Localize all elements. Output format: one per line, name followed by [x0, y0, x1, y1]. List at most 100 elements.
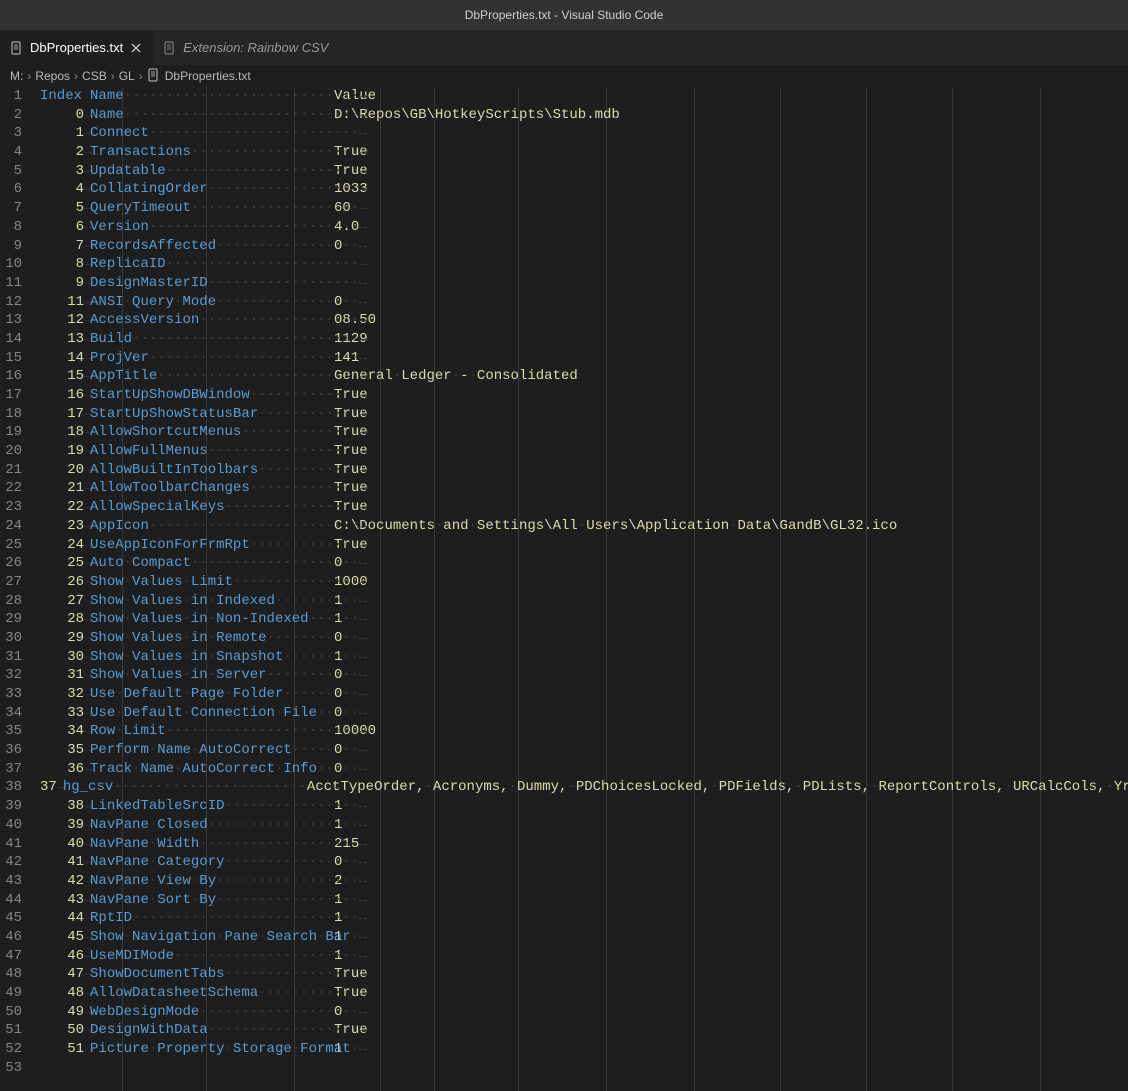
row-name: Transactions····················→	[90, 143, 334, 162]
editor-line[interactable]: 13→Build···························→1129	[40, 330, 1128, 349]
editor-line[interactable]: 21→AllowToolbarChanges·············→True	[40, 479, 1128, 498]
editor-line[interactable]: 29→Show·Values·in·Remote···········→0	[40, 629, 1128, 648]
row-value: AcctTypeOrder,·Acronyms,·Dummy,·PDChoice…	[307, 778, 1128, 797]
row-index: 6	[40, 218, 84, 237]
tab-extension-rainbow-csv[interactable]: Extension: Rainbow CSV	[153, 30, 338, 65]
editor-line[interactable]: 47→ShowDocumentTabs················→True	[40, 965, 1128, 984]
gutter: 1234567891011121314151617181920212223242…	[0, 87, 40, 1077]
row-value: True	[334, 162, 1128, 181]
row-value: 0	[334, 293, 1128, 312]
row-index: 12	[40, 311, 84, 330]
breadcrumb-part[interactable]: GL	[119, 69, 135, 83]
editor-line[interactable]: 7→RecordsAffected·················→0	[40, 237, 1128, 256]
editor-line[interactable]: 48→AllowDatasheetSchema············→True	[40, 984, 1128, 1003]
editor-line[interactable]: 45→Show·Navigation·Pane·Search·Bar·→1	[40, 928, 1128, 947]
editor-line[interactable]: 36→Track·Name·AutoCorrect·Info·····→0	[40, 760, 1128, 779]
editor-line[interactable]: 12→AccessVersion···················→08.5…	[40, 311, 1128, 330]
editor-line[interactable]: 22→AllowSpecialKeys················→True	[40, 498, 1128, 517]
editor-line[interactable]: 32→Use·Default·Page·Folder·········→0	[40, 685, 1128, 704]
editor-line[interactable]: 18→AllowShortcutMenus··············→True	[40, 423, 1128, 442]
row-value: True	[334, 479, 1128, 498]
editor-line[interactable]: 16→StartUpShowDBWindow·············→True	[40, 386, 1128, 405]
file-icon	[147, 68, 161, 85]
editor-line[interactable]: 49→WebDesignMode···················→0	[40, 1003, 1128, 1022]
row-index: 43	[40, 891, 84, 910]
editor-line[interactable]: 11→ANSI·Query·Mode·················→0	[40, 293, 1128, 312]
editor-line[interactable]: 5→QueryTimeout····················→60	[40, 199, 1128, 218]
row-index: 40	[40, 835, 84, 854]
editor-line[interactable]: 37→hg_csv··························→Acct…	[40, 778, 1128, 797]
row-index: 48	[40, 984, 84, 1003]
row-index: 22	[40, 498, 84, 517]
editor-line[interactable]: 28→Show·Values·in·Non-Indexed······→1	[40, 610, 1128, 629]
row-index: 9	[40, 274, 84, 293]
editor-line[interactable]: 30→Show·Values·in·Snapshot·········→1	[40, 648, 1128, 667]
editor-line[interactable]	[40, 1059, 1128, 1078]
row-index: 29	[40, 629, 84, 648]
editor-line[interactable]: 26→Show·Values·Limit···············→1000	[40, 573, 1128, 592]
row-index: 20	[40, 461, 84, 480]
editor[interactable]: 1234567891011121314151617181920212223242…	[0, 87, 1128, 1091]
row-value: True	[334, 405, 1128, 424]
row-name: Use·Default·Connection·File·····→	[90, 704, 334, 723]
row-name: Build···························→	[90, 330, 334, 349]
editor-line[interactable]: 41→NavPane·Category················→0	[40, 853, 1128, 872]
editor-line[interactable]: 0→Name····························→D:\Re…	[40, 106, 1128, 125]
row-name: Updatable·······················→	[90, 162, 334, 181]
editor-lines[interactable]: IndexName····························→Va…	[40, 87, 1128, 1077]
row-name: Auto·Compact····················→	[90, 554, 334, 573]
breadcrumb-part[interactable]: M:	[10, 69, 23, 83]
editor-line[interactable]: 23→AppIcon·························→C:\D…	[40, 517, 1128, 536]
row-value: True	[334, 498, 1128, 517]
row-value: 0	[334, 237, 1128, 256]
editor-line[interactable]: 19→AllowFullMenus··················→True	[40, 442, 1128, 461]
editor-line[interactable]: 40→NavPane·Width···················→215	[40, 835, 1128, 854]
row-name: Show·Values·in·Non-Indexed······→	[90, 610, 334, 629]
editor-line[interactable]: 35→Perform·Name·AutoCorrect········→0	[40, 741, 1128, 760]
editor-line[interactable]: 25→Auto·Compact····················→0	[40, 554, 1128, 573]
editor-line[interactable]: 9→DesignMasterID··················→	[40, 274, 1128, 293]
editor-line[interactable]: 31→Show·Values·in·Server···········→0	[40, 666, 1128, 685]
row-value: 1129	[334, 330, 1128, 349]
editor-line[interactable]: 43→NavPane·Sort·By·················→1	[40, 891, 1128, 910]
editor-line[interactable]: 27→Show·Values·in·Indexed··········→1	[40, 592, 1128, 611]
editor-line[interactable]: 33→Use·Default·Connection·File·····→0	[40, 704, 1128, 723]
editor-line[interactable]: 34→Row·Limit·······················→1000…	[40, 722, 1128, 741]
breadcrumb-file[interactable]: DbProperties.txt	[147, 68, 251, 85]
editor-line[interactable]: 20→AllowBuiltInToolbars············→True	[40, 461, 1128, 480]
tab-dbproperties[interactable]: DbProperties.txt	[0, 30, 153, 65]
row-name: UseMDIMode······················→	[90, 947, 334, 966]
editor-line[interactable]: 1→Connect·························→	[40, 124, 1128, 143]
row-value: D:\Repos\GB\HotkeyScripts\Stub.mdb	[334, 106, 1128, 125]
row-index: 28	[40, 610, 84, 629]
editor-line[interactable]: 4→CollatingOrder··················→1033	[40, 180, 1128, 199]
editor-line[interactable]: 38→LinkedTableSrcID················→1	[40, 797, 1128, 816]
editor-line[interactable]: 24→UseAppIconForFrmRpt·············→True	[40, 536, 1128, 555]
editor-line[interactable]: 42→NavPane·View·By·················→2	[40, 872, 1128, 891]
editor-line[interactable]: 8→ReplicaID·······················→	[40, 255, 1128, 274]
breadcrumb[interactable]: M: › Repos › CSB › GL › DbProperties.txt	[0, 65, 1128, 87]
editor-line[interactable]: 14→ProjVer·························→141	[40, 349, 1128, 368]
row-index: 39	[40, 816, 84, 835]
editor-line[interactable]: IndexName····························→Va…	[40, 87, 1128, 106]
row-name: AllowToolbarChanges·············→	[90, 479, 334, 498]
editor-line[interactable]: 2→Transactions····················→True	[40, 143, 1128, 162]
editor-line[interactable]: 17→StartUpShowStatusBar············→True	[40, 405, 1128, 424]
editor-line[interactable]: 15→AppTitle························→Gene…	[40, 367, 1128, 386]
row-value: True	[334, 984, 1128, 1003]
row-value: 08.50	[334, 311, 1128, 330]
editor-line[interactable]: 44→RptID···························→1	[40, 909, 1128, 928]
breadcrumb-part[interactable]: Repos	[35, 69, 70, 83]
close-icon[interactable]	[129, 41, 143, 55]
row-name: NavPane·Closed··················→	[90, 816, 334, 835]
row-value: 215	[334, 835, 1128, 854]
row-name: AllowDatasheetSchema············→	[90, 984, 334, 1003]
editor-line[interactable]: 6→Version·························→4.0	[40, 218, 1128, 237]
row-index: 34	[40, 722, 84, 741]
editor-line[interactable]: 50→DesignWithData··················→True	[40, 1021, 1128, 1040]
editor-line[interactable]: 3→Updatable·······················→True	[40, 162, 1128, 181]
editor-line[interactable]: 51→Picture·Property·Storage·Format·→1	[40, 1040, 1128, 1059]
breadcrumb-part[interactable]: CSB	[82, 69, 107, 83]
editor-line[interactable]: 39→NavPane·Closed··················→1	[40, 816, 1128, 835]
editor-line[interactable]: 46→UseMDIMode······················→1	[40, 947, 1128, 966]
